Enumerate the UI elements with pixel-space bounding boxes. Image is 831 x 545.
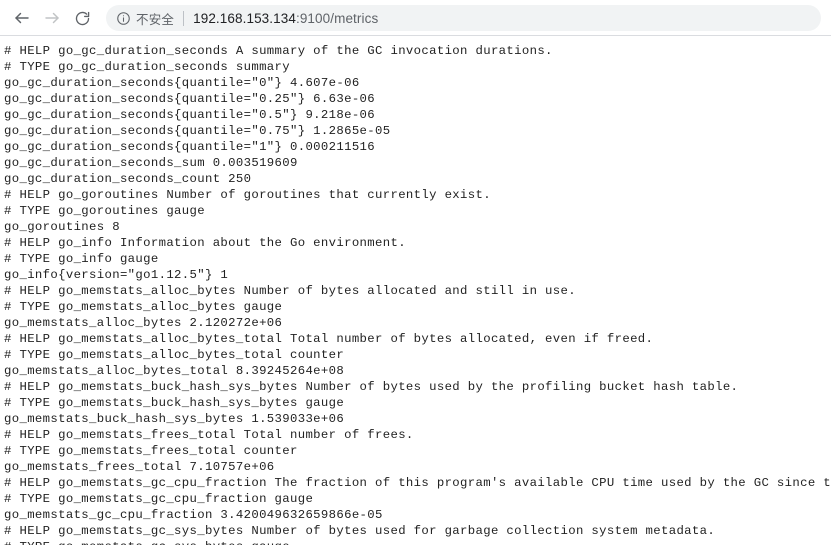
- metrics-line: # TYPE go_memstats_frees_total counter: [4, 444, 298, 458]
- browser-toolbar: 不安全 192.168.153.134:9100/metrics: [0, 0, 831, 36]
- metrics-line: # HELP go_info Information about the Go …: [4, 236, 406, 250]
- metrics-text-body: # HELP go_gc_duration_seconds A summary …: [4, 43, 831, 545]
- url-display[interactable]: 192.168.153.134:9100/metrics: [193, 11, 378, 26]
- metrics-line: # HELP go_memstats_gc_sys_bytes Number o…: [4, 524, 716, 538]
- metrics-line: # TYPE go_memstats_buck_hash_sys_bytes g…: [4, 396, 345, 410]
- metrics-line: go_gc_duration_seconds{quantile="1"} 0.0…: [4, 140, 376, 154]
- forward-button[interactable]: [38, 4, 66, 32]
- metrics-line: go_gc_duration_seconds{quantile="0.75"} …: [4, 124, 391, 138]
- metrics-line: # HELP go_goroutines Number of goroutine…: [4, 188, 491, 202]
- metrics-line: # HELP go_memstats_buck_hash_sys_bytes N…: [4, 380, 739, 394]
- back-arrow-icon: [13, 9, 31, 27]
- metrics-line: go_memstats_gc_cpu_fraction 3.4200496326…: [4, 508, 383, 522]
- metrics-line: # TYPE go_memstats_alloc_bytes_total cou…: [4, 348, 345, 362]
- address-bar[interactable]: 不安全 192.168.153.134:9100/metrics: [106, 5, 821, 31]
- metrics-line: # TYPE go_memstats_alloc_bytes gauge: [4, 300, 283, 314]
- metrics-line: go_memstats_alloc_bytes_total 8.39245264…: [4, 364, 345, 378]
- security-status-label: 不安全: [136, 12, 175, 27]
- page-content-area[interactable]: # HELP go_gc_duration_seconds A summary …: [0, 36, 831, 545]
- metrics-line: # HELP go_memstats_alloc_bytes Number of…: [4, 284, 576, 298]
- reload-icon: [74, 10, 91, 27]
- metrics-line: # HELP go_memstats_gc_cpu_fraction The f…: [4, 476, 831, 490]
- metrics-line: go_gc_duration_seconds{quantile="0.5"} 9…: [4, 108, 376, 122]
- metrics-line: go_gc_duration_seconds_count 250: [4, 172, 252, 186]
- metrics-line: go_info{version="go1.12.5"} 1: [4, 268, 229, 282]
- metrics-line: # TYPE go_memstats_gc_cpu_fraction gauge: [4, 492, 314, 506]
- metrics-line: go_memstats_alloc_bytes 2.120272e+06: [4, 316, 283, 330]
- omnibox-divider: [183, 10, 185, 26]
- metrics-line: # TYPE go_goroutines gauge: [4, 204, 205, 218]
- metrics-line: go_goroutines 8: [4, 220, 120, 234]
- metrics-line: # HELP go_memstats_frees_total Total num…: [4, 428, 414, 442]
- metrics-line: # TYPE go_memstats_gc_sys_bytes gauge: [4, 539, 831, 545]
- metrics-line: # HELP go_memstats_alloc_bytes_total Tot…: [4, 332, 654, 346]
- metrics-line: go_memstats_buck_hash_sys_bytes 1.539033…: [4, 412, 345, 426]
- metrics-line: go_gc_duration_seconds{quantile="0.25"} …: [4, 92, 376, 106]
- info-circle-icon[interactable]: [115, 10, 131, 26]
- metrics-line: # TYPE go_info gauge: [4, 252, 159, 266]
- reload-button[interactable]: [68, 4, 96, 32]
- metrics-line: # HELP go_gc_duration_seconds A summary …: [4, 44, 553, 58]
- url-path: :9100/metrics: [295, 10, 379, 26]
- metrics-line: go_gc_duration_seconds_sum 0.003519609: [4, 156, 298, 170]
- url-host: 192.168.153.134: [193, 10, 296, 26]
- metrics-line: # TYPE go_gc_duration_seconds summary: [4, 60, 290, 74]
- forward-arrow-icon: [43, 9, 61, 27]
- back-button[interactable]: [8, 4, 36, 32]
- metrics-line: go_memstats_frees_total 7.10757e+06: [4, 460, 275, 474]
- metrics-line: go_gc_duration_seconds{quantile="0"} 4.6…: [4, 76, 360, 90]
